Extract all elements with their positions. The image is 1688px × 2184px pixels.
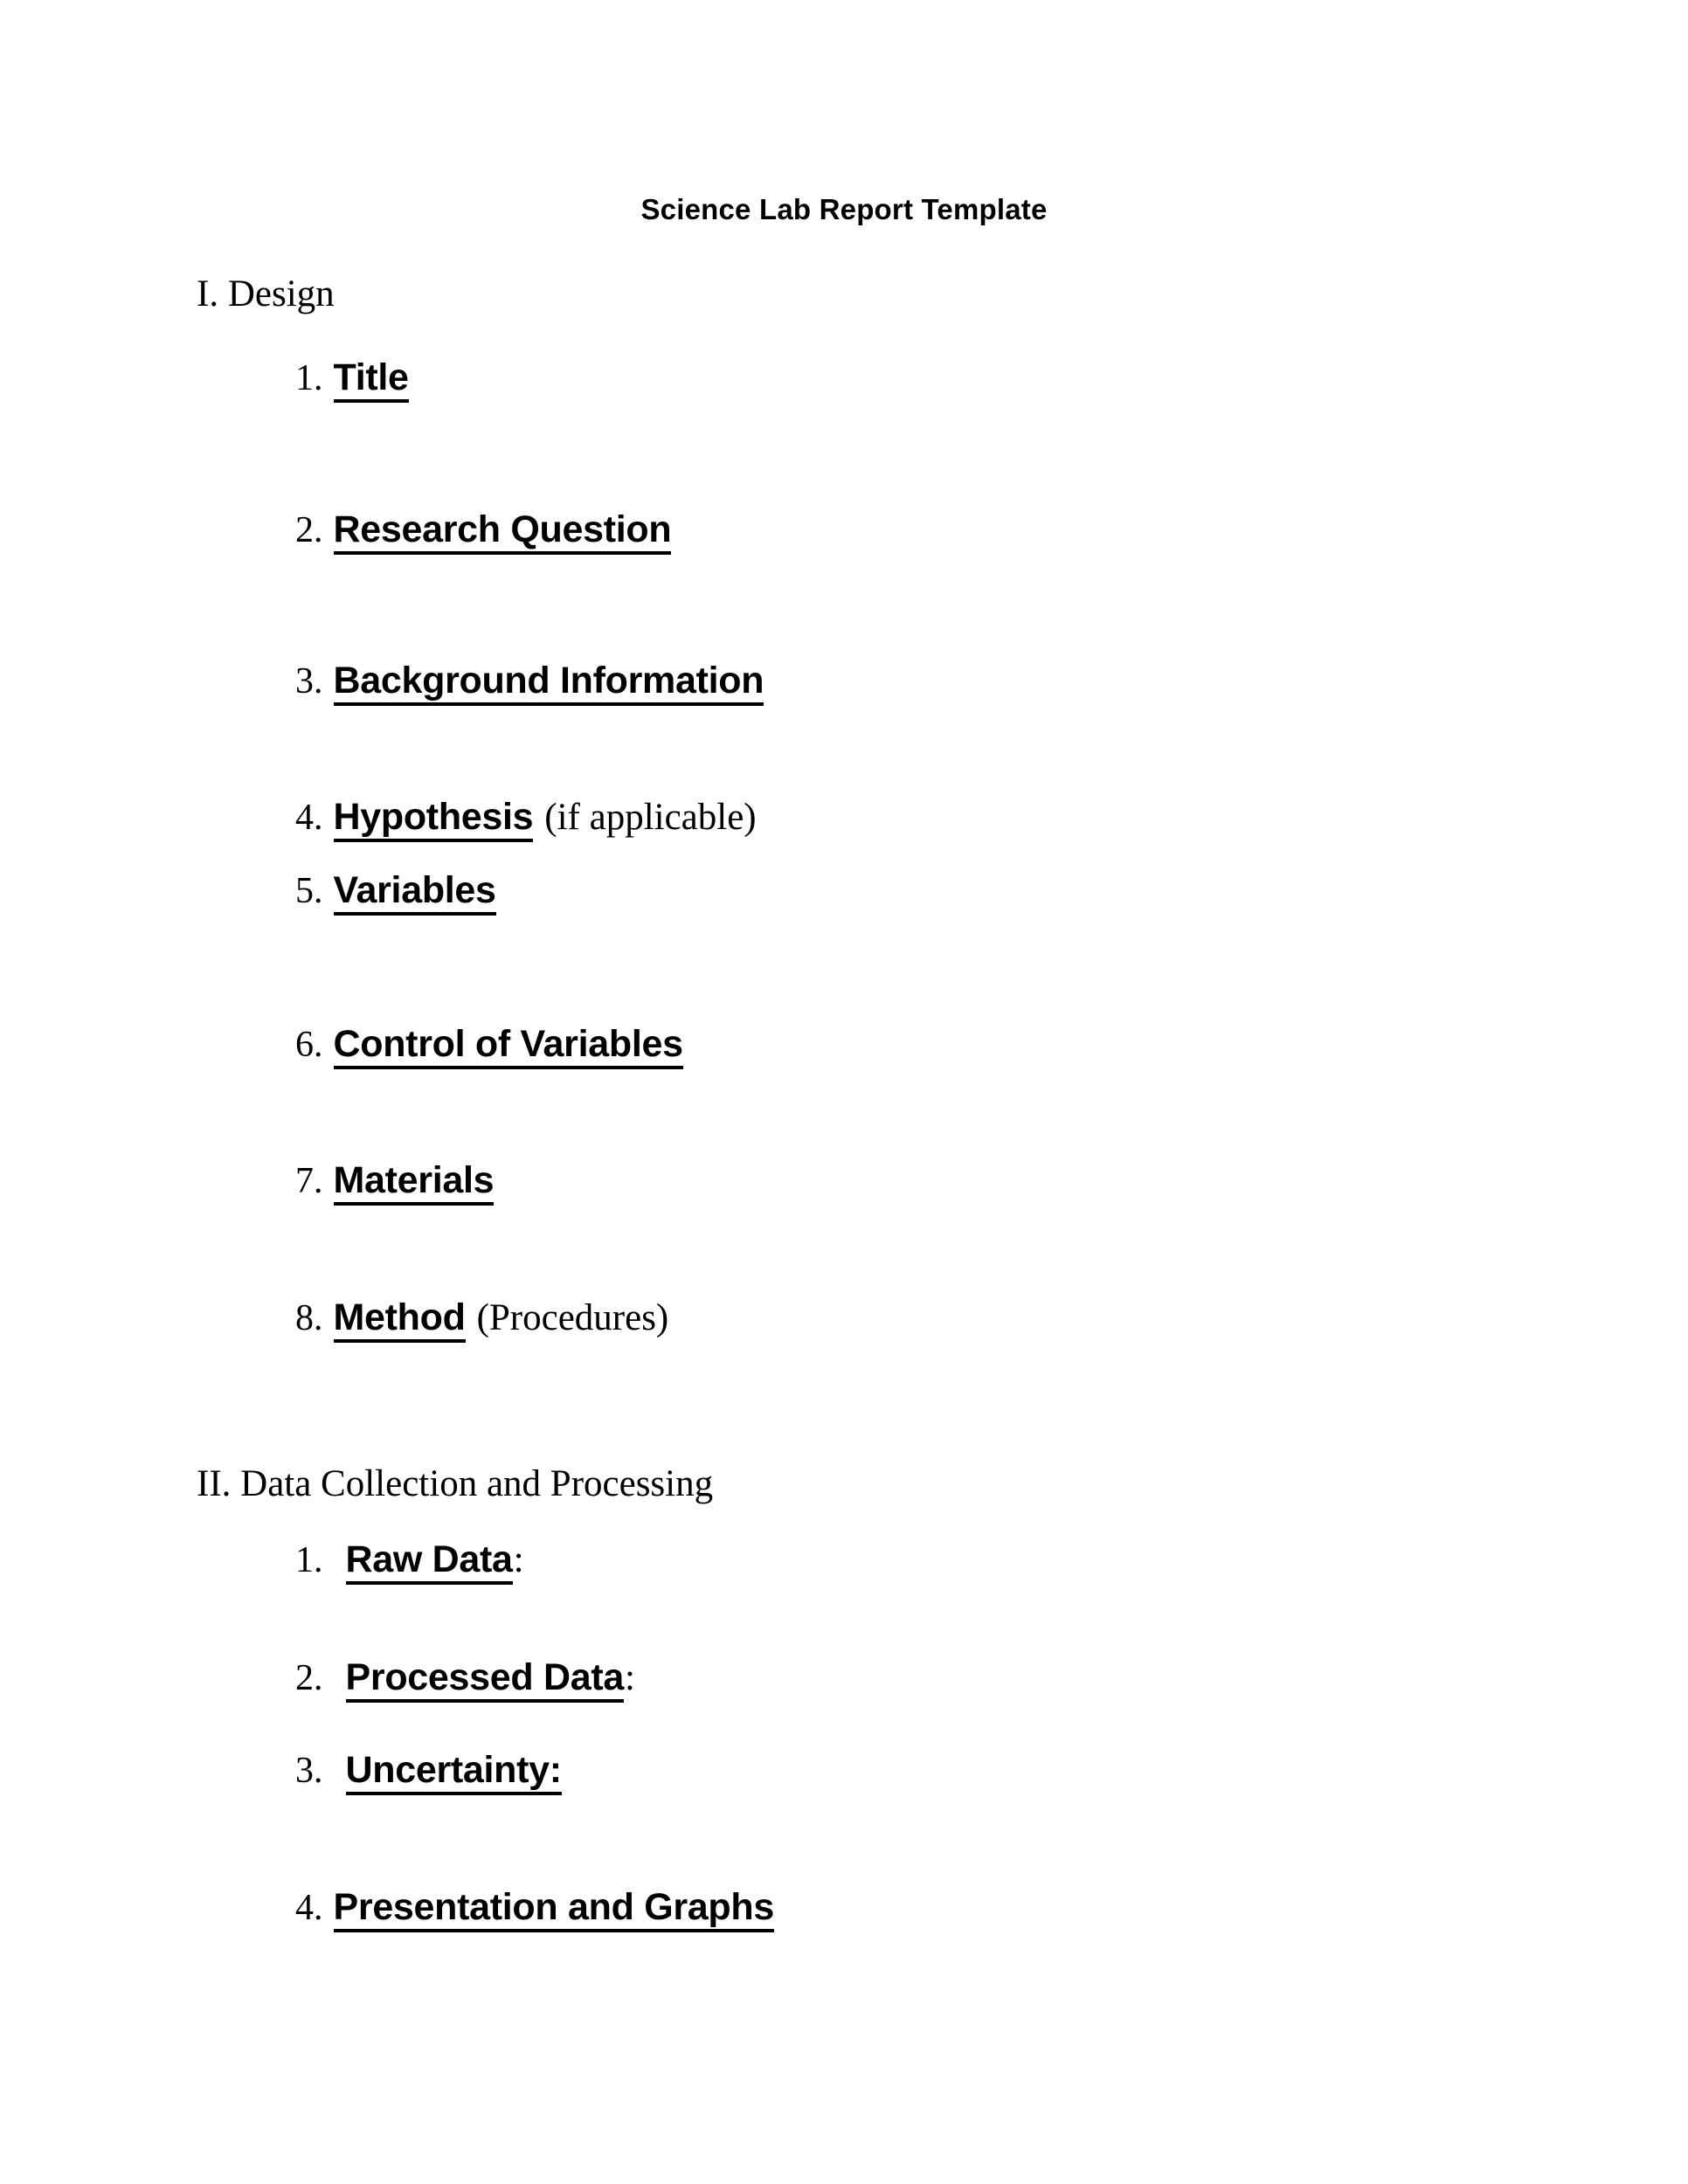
- list-item: 1. Title: [295, 356, 409, 404]
- list-item: 3. Uncertainty:: [295, 1749, 562, 1796]
- list-item: 3. Background Information: [295, 660, 764, 707]
- list-item-suffix: (if applicable): [544, 797, 757, 838]
- list-item: 5. Variables: [295, 869, 496, 916]
- list-item-label: Processed Data: [345, 1656, 624, 1704]
- list-item-number: 4.: [295, 1888, 323, 1928]
- list-item: 4. Presentation and Graphs: [295, 1886, 774, 1933]
- list-item-number: 8.: [295, 1298, 323, 1338]
- list-item-number: 3.: [295, 1751, 323, 1791]
- list-item-number: 5.: [295, 871, 323, 911]
- section-heading-ii: II. Data Collection and Processing: [197, 1463, 714, 1504]
- list-item-label: Research Question: [333, 508, 672, 556]
- list-item-number: 2.: [295, 1658, 323, 1698]
- list-item-number: 7.: [295, 1161, 323, 1201]
- list-item-label: Title: [333, 356, 409, 404]
- list-item: 2. Research Question: [295, 508, 672, 556]
- list-item: 6. Control of Variables: [295, 1023, 683, 1070]
- list-item-label: Raw Data: [345, 1538, 513, 1586]
- list-item-suffix: :: [624, 1657, 635, 1698]
- list-item-suffix: (Procedures): [476, 1297, 669, 1338]
- list-item: 8. Method (Procedures): [295, 1296, 669, 1344]
- list-item-number: 3.: [295, 661, 323, 702]
- list-item-number: 2.: [295, 510, 323, 550]
- list-item-label: Background Information: [333, 660, 764, 707]
- document-page: Science Lab Report Template I. Design 1.…: [0, 0, 1688, 2184]
- list-item-number: 1.: [295, 1540, 323, 1580]
- section-heading-i: I. Design: [197, 273, 335, 314]
- list-item-label: Method: [333, 1296, 466, 1344]
- list-item-number: 1.: [295, 358, 323, 398]
- list-item-number: 6.: [295, 1025, 323, 1065]
- list-item: 1. Raw Data :: [295, 1538, 524, 1586]
- list-item-suffix: :: [513, 1539, 524, 1580]
- document-title: Science Lab Report Template: [640, 193, 1048, 225]
- list-item-label: Uncertainty:: [345, 1749, 562, 1796]
- list-item: 2. Processed Data :: [295, 1656, 635, 1704]
- list-item-label: Materials: [333, 1159, 495, 1206]
- list-item-label: Presentation and Graphs: [333, 1886, 774, 1933]
- list-item-label: Hypothesis: [333, 796, 534, 843]
- list-item: 4. Hypothesis (if applicable): [295, 796, 757, 843]
- list-item-label: Control of Variables: [333, 1023, 683, 1070]
- list-item: 7. Materials: [295, 1159, 495, 1206]
- list-item-number: 4.: [295, 798, 323, 838]
- list-item-label: Variables: [333, 869, 496, 916]
